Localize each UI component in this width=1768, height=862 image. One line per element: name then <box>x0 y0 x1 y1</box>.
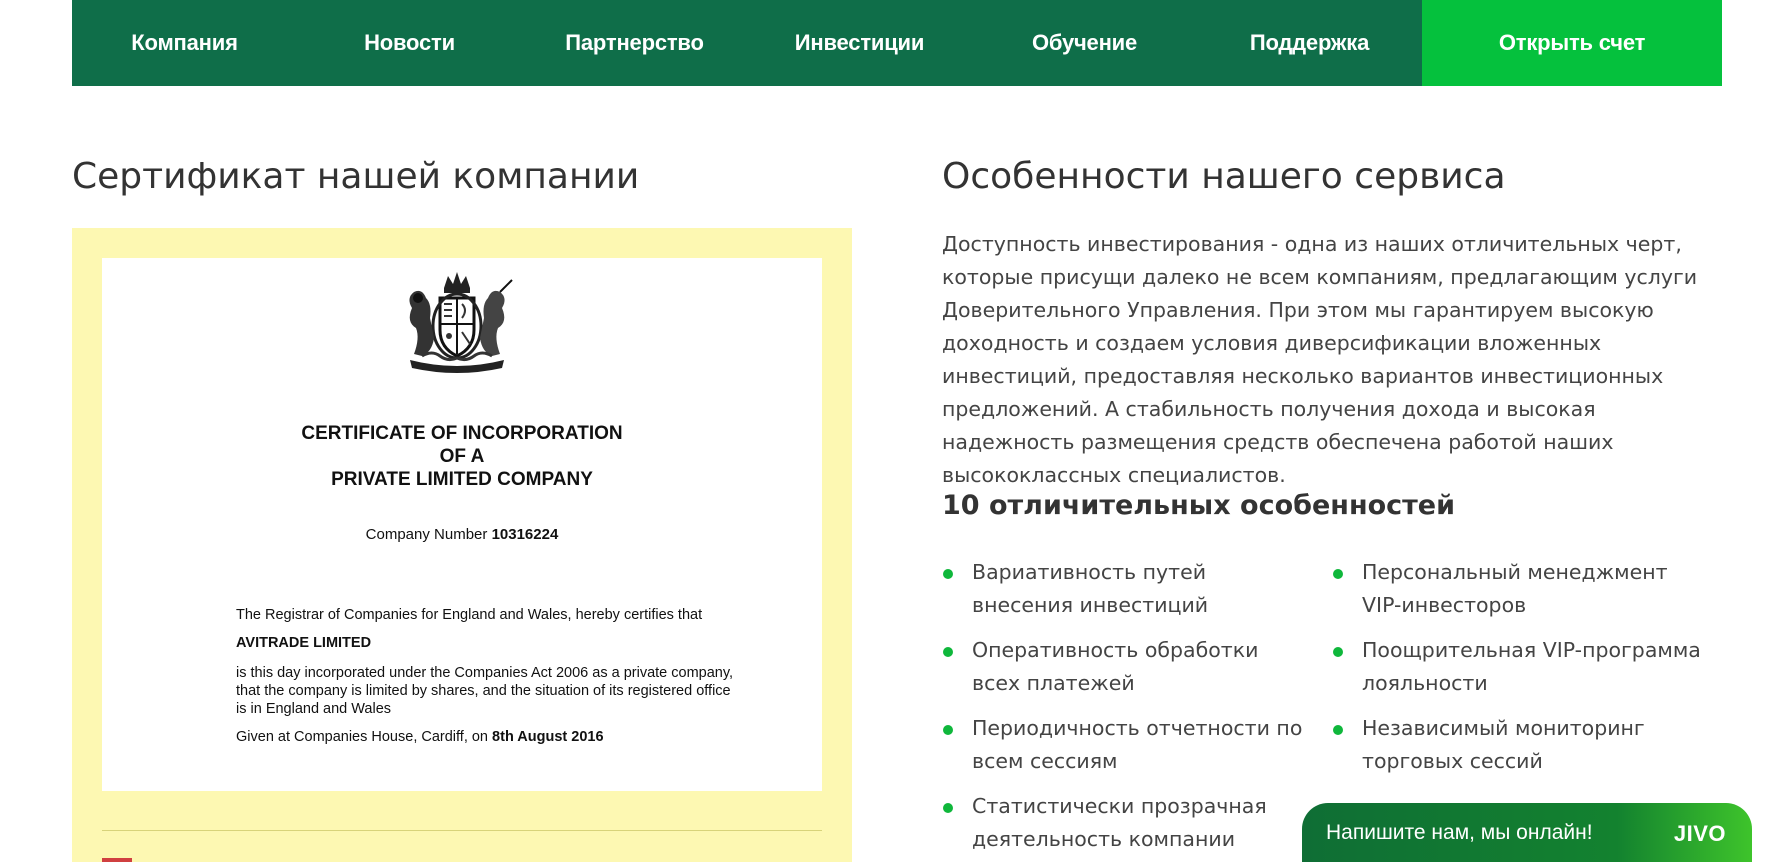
open-account-button[interactable]: Открыть счет <box>1422 0 1722 86</box>
company-number-label: Company Number <box>365 526 488 543</box>
nav-item-investments[interactable]: Инвестиции <box>747 0 972 86</box>
feature-item: Независимый мониторинг торговых сессий <box>1332 712 1702 778</box>
company-number: Company Number 10316224 <box>102 526 822 543</box>
divider <box>102 830 822 831</box>
bullet-icon <box>943 803 953 813</box>
bullet-icon <box>943 569 953 579</box>
nav-item-company[interactable]: Компания <box>72 0 297 86</box>
registrar-text: The Registrar of Companies for England a… <box>236 607 703 623</box>
given-text: Given at Companies House, Cardiff, on <box>236 729 489 745</box>
nav-item-news[interactable]: Новости <box>297 0 522 86</box>
feature-text: Независимый мониторинг торговых сессий <box>1362 716 1645 773</box>
features-description: Доступность инвестирования - одна из наш… <box>942 232 1698 487</box>
feature-text: Периодичность отчетности по всем сессиям <box>972 716 1303 773</box>
bullet-icon <box>1333 569 1343 579</box>
feature-item: Персональный менеджмент VIP-инвесторов <box>1332 556 1702 622</box>
certificate-heading-line: CERTIFICATE OF INCORPORATION <box>301 423 623 444</box>
features-list-left: Вариативность путей внесения инвестиций … <box>942 556 1312 862</box>
feature-item: Поощрительная VIP-программа лояльности <box>1332 634 1702 700</box>
nav-item-partnership[interactable]: Партнерство <box>522 0 747 86</box>
company-name: AVITRADE LIMITED <box>236 635 372 651</box>
live-chat-widget[interactable]: Напишите нам, мы онлайн! JIVO <box>1302 803 1752 862</box>
chat-label: Напишите нам, мы онлайн! <box>1326 821 1593 844</box>
royal-coat-of-arms-icon <box>409 272 513 373</box>
bullet-icon <box>943 647 953 657</box>
feature-text: Оперативность обработки всех платежей <box>972 638 1259 695</box>
certificate-heading-line: PRIVATE LIMITED COMPANY <box>331 469 593 490</box>
certificate-section-title: Сертификат нашей компании <box>72 156 640 197</box>
certificate-image[interactable]: CERTIFICATE OF INCORPORATION OF A PRIVAT… <box>102 258 822 791</box>
feature-text: Вариативность путей внесения инвестиций <box>972 560 1209 617</box>
top-navigation: Компания Новости Партнерство Инвестиции … <box>72 0 1722 86</box>
feature-item: Вариативность путей внесения инвестиций <box>942 556 1312 622</box>
feature-text: Персональный менеджмент VIP-инвесторов <box>1362 560 1668 617</box>
feature-item: Статистически прозрачная деятельность ко… <box>942 790 1312 856</box>
nav-item-support[interactable]: Поддержка <box>1197 0 1422 86</box>
feature-text: Статистически прозрачная деятельность ко… <box>972 794 1267 851</box>
features-list-right: Персональный менеджмент VIP-инвесторов П… <box>1332 556 1702 790</box>
feature-text: Поощрительная VIP-программа лояльности <box>1362 638 1701 695</box>
features-section-title: Особенности нашего сервиса <box>942 156 1506 197</box>
bullet-icon <box>943 725 953 735</box>
feature-item: Оперативность обработки всех платежей <box>942 634 1312 700</box>
certificate-heading: CERTIFICATE OF INCORPORATION OF A PRIVAT… <box>102 422 822 491</box>
company-number-value: 10316224 <box>491 526 559 543</box>
pdf-icon[interactable] <box>102 858 132 862</box>
certificate-body: The Registrar of Companies for England a… <box>236 606 736 756</box>
bullet-icon <box>1333 725 1343 735</box>
given-line: Given at Companies House, Cardiff, on 8t… <box>236 728 736 746</box>
given-date: 8th August 2016 <box>492 729 604 745</box>
jivo-logo-icon: JIVO <box>1673 821 1726 846</box>
certificate-card: CERTIFICATE OF INCORPORATION OF A PRIVAT… <box>72 228 852 862</box>
certificate-heading-line: OF A <box>439 446 485 467</box>
nav-item-education[interactable]: Обучение <box>972 0 1197 86</box>
bullet-icon <box>1333 647 1343 657</box>
features-subtitle: 10 отличительных особенностей <box>942 490 1456 521</box>
feature-item: Периодичность отчетности по всем сессиям <box>942 712 1312 778</box>
incorporation-text: is this day incorporated under the Compa… <box>236 665 734 717</box>
